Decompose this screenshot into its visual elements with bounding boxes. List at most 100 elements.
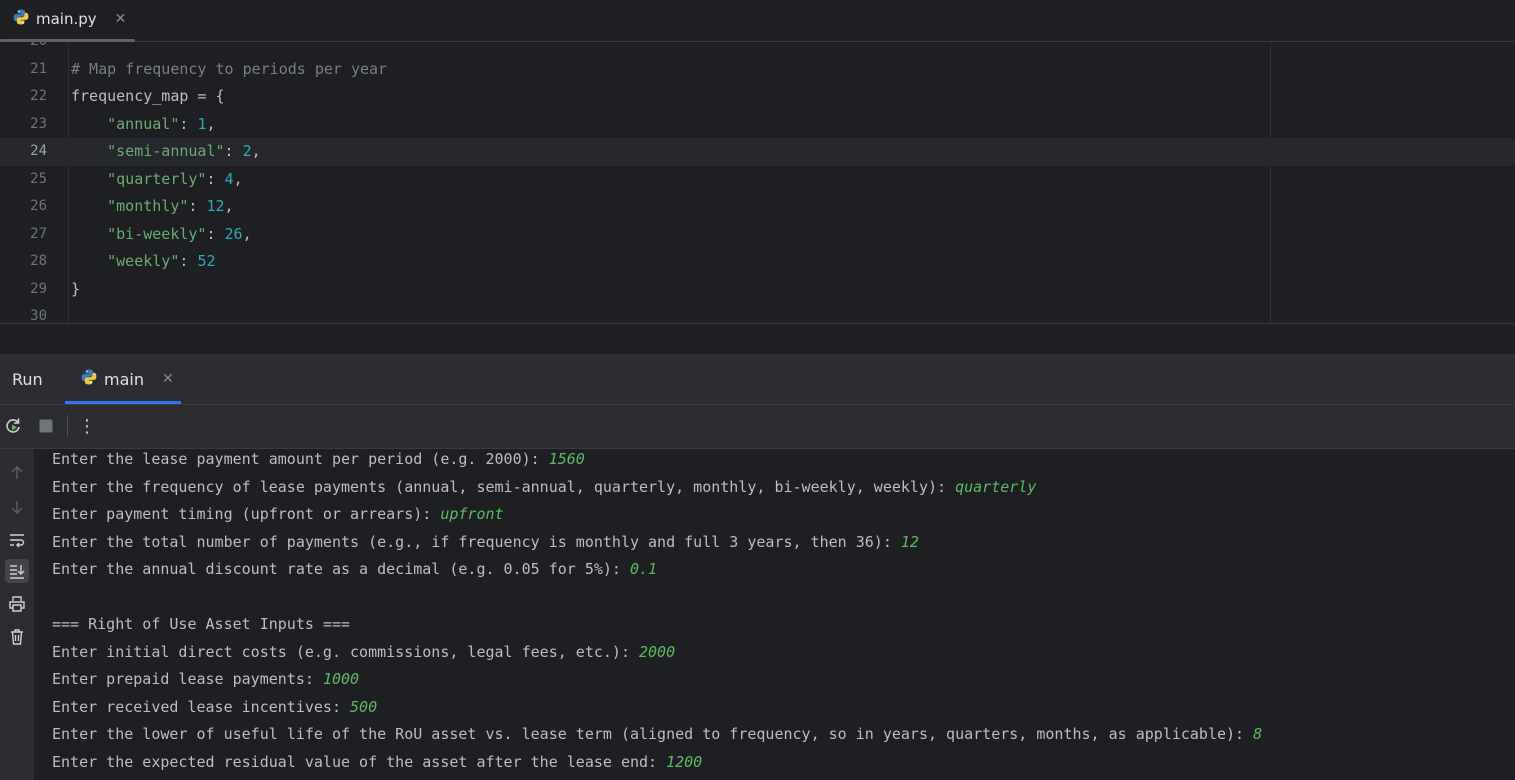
line-number: 28 [30, 253, 47, 269]
code-line[interactable]: 28 "weekly": 52 [0, 248, 1515, 276]
code-editor[interactable]: 2021# Map frequency to periods per year2… [0, 42, 1515, 323]
console-line: Enter payment timing (upfront or arrears… [52, 501, 504, 529]
close-icon[interactable]: ✕ [162, 371, 174, 387]
line-number: 24 [30, 143, 47, 159]
code-token: 2 [242, 142, 252, 160]
console-user-input: 500 [350, 697, 378, 716]
run-tab-main[interactable]: main ✕ [80, 354, 174, 404]
python-file-icon [80, 368, 98, 390]
console-line: Enter received lease incentives: 500 [52, 694, 377, 722]
rerun-icon [6, 418, 20, 433]
code-token: } [71, 279, 81, 298]
run-panel-title[interactable]: Run [12, 354, 43, 406]
console-user-input: 1200 [666, 752, 703, 771]
code-token: , [251, 142, 261, 160]
line-number: 21 [30, 60, 47, 77]
clear-all-button[interactable] [5, 625, 29, 649]
console-output[interactable]: Enter the lease payment amount per perio… [34, 449, 1515, 780]
code-text: "weekly": 52 [71, 248, 216, 276]
code-token: , [206, 114, 216, 133]
line-number: 26 [30, 198, 47, 214]
run-panel-header: Run main ✕ [0, 354, 1515, 405]
console-line: Enter the total number of payments (e.g.… [52, 529, 919, 557]
code-line[interactable]: 30 [0, 303, 1515, 323]
code-token: : [206, 224, 225, 243]
run-tab-label: main [104, 369, 144, 389]
line-number: 22 [30, 88, 47, 104]
code-text: "quarterly": 4, [71, 166, 243, 194]
more-options-button[interactable]: ⋮ [76, 415, 98, 437]
console-user-input: 1560 [548, 450, 585, 468]
code-token: , [242, 224, 252, 243]
close-icon[interactable]: ✕ [115, 11, 127, 27]
scroll-to-end-button[interactable] [5, 559, 29, 583]
print-button[interactable] [5, 592, 29, 616]
python-file-icon [12, 8, 30, 30]
code-token: : [179, 114, 198, 133]
code-token: , [224, 197, 234, 215]
console-user-input: 12 [900, 532, 919, 551]
code-token: # Map frequency to periods per year [71, 59, 388, 78]
console-user-input: 1000 [322, 670, 360, 688]
code-token: : [188, 197, 207, 215]
console-prompt: Enter the lease payment amount per perio… [52, 450, 549, 468]
code-token: , [233, 169, 243, 188]
console-prompt: Enter the expected residual value of the… [52, 752, 667, 771]
code-line[interactable]: 27 "bi-weekly": 26, [0, 221, 1515, 249]
console-prompt: Enter the annual discount rate as a deci… [52, 560, 630, 578]
code-token: : [224, 142, 243, 160]
editor-tab-main-py[interactable]: main.py ✕ [12, 0, 126, 38]
code-token: "bi-weekly" [107, 224, 207, 243]
code-line[interactable]: 23 "annual": 1, [0, 111, 1515, 139]
code-text: } [71, 276, 80, 304]
rerun-button[interactable] [2, 415, 24, 437]
console-prompt: Enter initial direct costs (e.g. commiss… [52, 642, 639, 661]
code-token: 52 [197, 252, 216, 270]
stop-icon [39, 419, 53, 433]
code-line[interactable]: 26 "monthly": 12, [0, 193, 1515, 221]
code-line[interactable]: 25 "quarterly": 4, [0, 166, 1515, 194]
code-line[interactable]: 21 # Map frequency to periods per year [0, 56, 1515, 84]
arrow-up-icon [11, 466, 23, 479]
code-token: 12 [206, 197, 225, 215]
code-line[interactable]: 20 [0, 42, 1515, 56]
code-token: "weekly" [107, 252, 180, 270]
more-vertical-icon: ⋮ [78, 415, 96, 437]
code-line[interactable]: 22 frequency_map = { [0, 83, 1515, 111]
console-prompt: === Right of Use Asset Inputs === [52, 615, 351, 633]
panel-gap [0, 324, 1515, 354]
scroll-up-button[interactable] [5, 461, 29, 485]
arrow-down-icon [11, 501, 23, 514]
code-line[interactable]: 24 "semi-annual": 2, [0, 138, 1515, 166]
console-user-input: quarterly [955, 477, 1037, 496]
console-line: Enter the lower of useful life of the Ro… [52, 721, 1262, 749]
line-number: 29 [30, 280, 47, 297]
console-line: Enter the annual discount rate as a deci… [52, 556, 657, 584]
code-text: # Map frequency to periods per year [71, 56, 387, 84]
code-token: "monthly" [107, 197, 189, 215]
console-prompt: Enter the frequency of lease payments (a… [52, 477, 956, 496]
scroll-down-button[interactable] [5, 495, 29, 519]
console-user-input: 8 [1253, 725, 1263, 743]
console-user-input: 2000 [639, 642, 676, 661]
code-text: "monthly": 12, [71, 193, 234, 221]
editor-tab-bar: main.py ✕ [0, 0, 1515, 42]
code-text: frequency_map = { [71, 83, 225, 111]
console-line: Enter the expected residual value of the… [52, 749, 702, 777]
code-token: "annual" [107, 114, 180, 133]
console-side-toolbar [0, 449, 34, 780]
console-prompt: Enter the total number of payments (e.g.… [52, 532, 901, 551]
toolbar-separator [67, 415, 68, 437]
code-token: : [179, 252, 198, 270]
code-line[interactable]: 29} [0, 276, 1515, 304]
stop-button[interactable] [35, 415, 57, 437]
run-toolbar: ⋮ [0, 405, 1515, 449]
console-prompt: Enter payment timing (upfront or arrears… [52, 505, 441, 523]
soft-wrap-button[interactable] [5, 528, 29, 552]
trash-icon [11, 629, 23, 645]
